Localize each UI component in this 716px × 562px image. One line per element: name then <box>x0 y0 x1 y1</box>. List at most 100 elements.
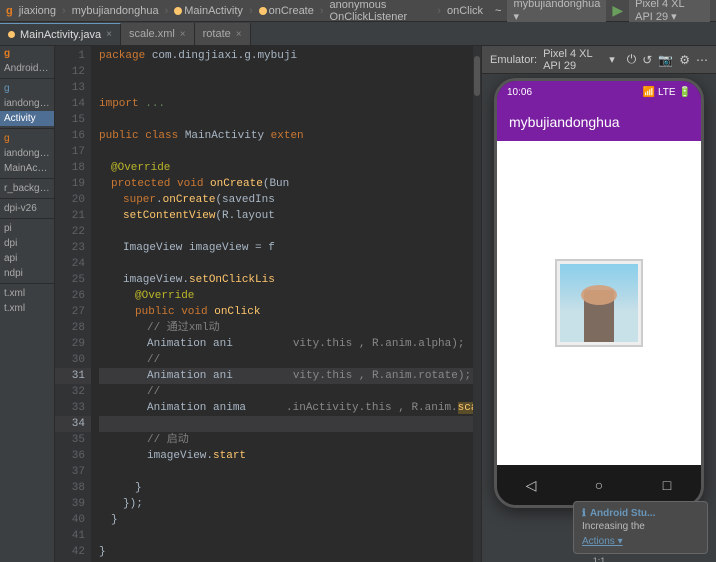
code-line: // <box>99 384 473 400</box>
separator5: › <box>437 5 441 17</box>
run-config[interactable]: mybujiandonghua ▾ <box>507 0 606 24</box>
notification-header: ℹ Android Stu... <box>582 508 699 519</box>
code-line: } <box>99 480 473 496</box>
emulator-panel: Emulator: Pixel 4 XL API 29 ▾ ⏻ ↺ 📷 ⚙ ⋯ … <box>481 46 716 562</box>
phone-status-bar: 10:06 📶 LTE 🔋 <box>497 81 701 103</box>
code-line: // 通过xml动 <box>99 320 473 336</box>
code-line <box>99 224 473 240</box>
code-line-highlighted: Animation anivity.this , R.anim.rotate); <box>99 368 473 384</box>
code-line: imageView.setOnClickLis <box>99 272 473 288</box>
separator3: › <box>249 5 253 17</box>
notification-actions-link[interactable]: Actions ▾ <box>582 536 699 547</box>
sidebar-item-dpi[interactable]: dpi <box>0 236 54 251</box>
settings-icon[interactable]: ⚙ <box>679 53 690 67</box>
code-line: package com.dingjiaxi.g.mybuji <box>99 48 473 64</box>
sidebar-item-activity[interactable]: Activity <box>0 111 54 126</box>
power-icon[interactable]: ⏻ <box>627 52 637 67</box>
code-line <box>99 256 473 272</box>
method-tab[interactable]: onCreate <box>259 5 314 17</box>
line-numbers: 1 12 13 14 15 16 17 18 19 20 21 22 23 24… <box>55 46 91 562</box>
sidebar-item-mainactivity[interactable]: MainActivity <box>0 161 54 176</box>
class-tab[interactable]: MainActivity <box>174 5 243 17</box>
code-line: public void onClick <box>99 304 473 320</box>
sidebar-item-g[interactable]: g <box>0 131 54 146</box>
close-scale-icon[interactable]: × <box>180 29 186 40</box>
phone-content <box>497 141 701 465</box>
tab-rotate[interactable]: rotate × <box>195 23 251 45</box>
nav-recents-button[interactable]: □ <box>657 475 677 495</box>
phone-app-bar: mybujiandonghua <box>497 103 701 141</box>
emulator-toolbar: Emulator: Pixel 4 XL API 29 ▾ ⏻ ↺ 📷 ⚙ ⋯ <box>482 46 716 74</box>
emulator-label: Emulator: <box>490 54 537 66</box>
phone-image <box>555 259 643 347</box>
battery-icon: 🔋 <box>679 87 691 98</box>
phone-nav-bar: ◁ ○ □ <box>497 465 701 505</box>
nav-home-button[interactable]: ○ <box>589 475 609 495</box>
separator4: › <box>320 5 324 17</box>
sidebar: g AndroidStudio g iandonghua Activity g … <box>0 46 55 562</box>
zoom-label: 1:1 <box>593 556 606 562</box>
sidebar-item-android[interactable]: g <box>0 81 54 96</box>
onclick-tab[interactable]: onClick <box>447 5 483 17</box>
device-dropdown-icon[interactable]: ▾ <box>609 53 615 66</box>
project-name[interactable]: jiaxiong <box>19 5 56 17</box>
app-title: mybujiandonghua <box>509 114 620 130</box>
nav-back-button[interactable]: ◁ <box>521 475 541 495</box>
sidebar-item-dpi-v26[interactable]: dpi-v26 <box>0 201 54 216</box>
editor-scrollbar[interactable] <box>473 46 481 562</box>
sidebar-item-pi[interactable]: pi <box>0 221 54 236</box>
lte-label: LTE <box>658 87 676 98</box>
rotate-icon[interactable]: ↺ <box>642 53 652 67</box>
notification-body: Increasing the <box>582 521 699 532</box>
listener-tab[interactable]: anonymous OnClickListener <box>330 0 432 23</box>
code-line: } <box>99 544 473 560</box>
run-button[interactable]: ▶ <box>612 2 623 19</box>
code-line <box>99 464 473 480</box>
code-line: import ... <box>99 96 473 112</box>
phone-frame: 10:06 📶 LTE 🔋 mybujiandonghua <box>494 78 704 508</box>
sidebar-item-r-background[interactable]: r_background <box>0 181 54 196</box>
sidebar-item-project[interactable]: g <box>0 46 54 61</box>
device-name[interactable]: Pixel 4 XL API 29 <box>543 48 603 72</box>
code-line: super.onCreate(savedIns <box>99 192 473 208</box>
logo: g <box>6 5 13 17</box>
more-icon[interactable]: ⋯ <box>696 53 708 67</box>
code-line: Animation anivity.this , R.anim.alpha); <box>99 336 473 352</box>
sidebar-item-ndpi[interactable]: ndpi <box>0 266 54 281</box>
wifi-icon: 📶 <box>642 87 654 98</box>
scrollbar-thumb[interactable] <box>474 56 480 96</box>
file-tabs: MainActivity.java × scale.xml × rotate × <box>0 22 716 46</box>
code-line <box>99 112 473 128</box>
sidebar-item-iandonghua2[interactable]: iandonghua <box>0 146 54 161</box>
code-area[interactable]: package com.dingjiaxi.g.mybuji import ..… <box>91 46 481 562</box>
code-line <box>99 528 473 544</box>
device-select[interactable]: Pixel 4 XL API 29 ▾ <box>629 0 710 24</box>
info-icon: ℹ <box>582 508 586 519</box>
code-editor[interactable]: 1 12 13 14 15 16 17 18 19 20 21 22 23 24… <box>55 46 481 562</box>
module-name[interactable]: mybujiandonghua <box>72 5 159 17</box>
emulator-content: 10:06 📶 LTE 🔋 mybujiandonghua <box>482 74 716 562</box>
code-line: // 启动 <box>99 432 473 448</box>
separator2: › <box>165 5 169 17</box>
sidebar-item-txml2[interactable]: t.xml <box>0 301 54 316</box>
phone-time: 10:06 <box>507 87 532 98</box>
vcs-icon: ~ <box>495 5 501 17</box>
code-line: // <box>99 352 473 368</box>
tab-mainactivity[interactable]: MainActivity.java × <box>0 23 121 45</box>
top-bar: g jiaxiong › mybujiandonghua › MainActiv… <box>0 0 716 22</box>
screenshot-icon[interactable]: 📷 <box>658 53 673 67</box>
sidebar-item-api[interactable]: api <box>0 251 54 266</box>
code-line: } <box>99 512 473 528</box>
tab-scale[interactable]: scale.xml × <box>121 23 195 45</box>
code-line: setContentView(R.layout <box>99 208 473 224</box>
close-tab-icon[interactable]: × <box>106 29 112 40</box>
code-line <box>99 144 473 160</box>
code-line: Animation anima.inActivity.this , R.anim… <box>99 400 473 416</box>
code-line: @Override <box>99 288 473 304</box>
separator: › <box>62 5 66 17</box>
code-container: 1 12 13 14 15 16 17 18 19 20 21 22 23 24… <box>55 46 481 562</box>
sidebar-item-donghua[interactable]: iandonghua <box>0 96 54 111</box>
sidebar-item-txml1[interactable]: t.xml <box>0 286 54 301</box>
close-rotate-icon[interactable]: × <box>236 29 242 40</box>
sidebar-item-androidstudio[interactable]: AndroidStudio <box>0 61 54 76</box>
